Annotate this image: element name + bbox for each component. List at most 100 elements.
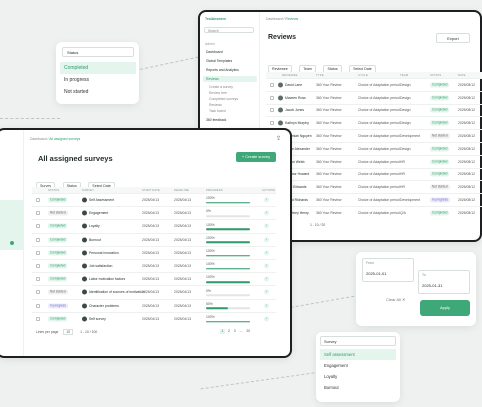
create-survey-button[interactable]: + Create survey — [236, 152, 276, 162]
table-row[interactable]: Maveen Ross 360 Your Review Choice of Adap… — [266, 90, 482, 104]
open-action-icon[interactable]: › — [264, 237, 269, 243]
page-button[interactable]: 20 — [246, 329, 250, 333]
table-row[interactable]: Completed Personal innovation 2025/04/13 20… — [32, 245, 276, 259]
row-checkbox[interactable] — [36, 264, 40, 269]
clear-all-button[interactable]: Clear All ✕ — [386, 297, 405, 302]
survey-name[interactable]: Loyalty — [89, 224, 100, 228]
open-action-icon[interactable]: › — [264, 223, 269, 229]
progress-bar-fill — [206, 307, 228, 310]
row-checkbox[interactable] — [270, 82, 274, 87]
sidebar-subitem[interactable]: Task board — [209, 109, 226, 113]
per-page-select[interactable]: 10 — [63, 329, 74, 335]
sidebar-item-360-feedback[interactable]: 360 feedback — [206, 118, 226, 122]
column-header: PROGRESS — [206, 188, 223, 192]
table-row[interactable]: Completed Labor motivation factors 2025/04… — [32, 272, 276, 285]
sidebar-subitem[interactable]: Completed surveys — [209, 97, 238, 101]
table-row[interactable]: Devon Webb 360 Your Review Choice of Adapt… — [266, 154, 482, 168]
row-checkbox[interactable] — [270, 108, 274, 113]
progress-value: 100% — [206, 315, 215, 320]
from-date-field[interactable]: From 2025-01-01 — [362, 258, 414, 282]
apply-button[interactable]: Apply — [420, 300, 470, 316]
status-select[interactable]: Status — [62, 47, 134, 57]
review-date: 2025/08/12 — [458, 198, 475, 203]
survey-name[interactable]: Character problems — [89, 304, 119, 308]
breadcrumb-item[interactable]: Dashboard — [266, 17, 283, 21]
sidebar-item-dashboard[interactable]: Dashboard — [206, 50, 223, 54]
decorative-dashed-line — [134, 55, 204, 71]
sidebar-item-reviews[interactable]: Reviews — [203, 76, 257, 82]
row-checkbox[interactable] — [36, 277, 40, 282]
row-checkbox[interactable] — [36, 237, 40, 242]
survey-option[interactable]: Loyalty — [320, 371, 396, 382]
table-row[interactable]: Completed Loyalty 2025/04/13 2025/04/13 100%… — [32, 219, 276, 232]
open-action-icon[interactable]: › — [264, 316, 269, 322]
survey-name[interactable]: Self Assessment — [89, 198, 114, 202]
survey-name[interactable]: Burnout — [89, 238, 101, 242]
page-button[interactable]: 2 — [228, 329, 230, 333]
row-checkbox[interactable] — [36, 316, 40, 321]
breadcrumb-item[interactable]: Dashboard — [30, 137, 47, 141]
table-row[interactable]: David Lane 360 Your Review Choice of Adapt… — [266, 78, 482, 91]
status-option[interactable]: Completed — [60, 62, 136, 74]
to-date-field[interactable]: To 2025-01-31 — [418, 270, 470, 294]
survey-name[interactable]: Personal innovation — [89, 251, 119, 255]
table-row[interactable]: Not started Identification of sources of … — [32, 285, 276, 298]
survey-option[interactable]: Self assessment — [320, 349, 396, 360]
row-checkbox[interactable] — [36, 224, 40, 229]
row-checkbox[interactable] — [270, 95, 274, 100]
survey-name[interactable]: Engagement — [89, 211, 108, 215]
survey-name[interactable]: Identification of sources of motivation — [89, 290, 145, 294]
row-checkbox[interactable] — [36, 250, 40, 255]
export-button[interactable]: Export — [436, 33, 470, 43]
open-action-icon[interactable]: › — [264, 263, 269, 269]
survey-name[interactable]: Job satisfaction — [89, 264, 112, 268]
start-date: 2025/04/13 — [142, 198, 159, 203]
row-checkbox[interactable] — [36, 198, 40, 203]
table-row[interactable]: Jane Edwards 360 Your Review Choice of Ada… — [266, 180, 482, 193]
open-action-icon[interactable]: › — [264, 250, 269, 256]
table-row[interactable]: Courtney Henry 360 Your Review Choice of A… — [266, 206, 482, 219]
table-row[interactable]: In progress Character problems 2025/04/13 2… — [32, 298, 276, 312]
table-row[interactable]: Jacob Jones 360 Your Review Choice of Adap… — [266, 103, 482, 117]
survey-name[interactable]: Self survey — [89, 317, 106, 321]
table-row[interactable]: Jeremiah Nguyen 360 Your Review Choice of … — [266, 129, 482, 142]
sidebar-search-input[interactable]: Search — [204, 27, 254, 33]
row-checkbox[interactable] — [36, 211, 40, 216]
sidebar-subitem[interactable]: Reviews — [209, 103, 222, 107]
review-type: 360 Your Review — [316, 121, 342, 126]
status-option[interactable]: Not started — [60, 86, 136, 98]
status-option[interactable]: In progress — [60, 74, 136, 86]
sidebar-subitem[interactable]: Review tree — [209, 91, 227, 95]
table-row[interactable]: Kathryn Murphy 360 Your Review Choice of A… — [266, 116, 482, 129]
open-action-icon[interactable]: › — [264, 197, 269, 203]
sidebar-item-global-templates[interactable]: Global Templates — [206, 59, 232, 63]
sidebar-item-reports[interactable]: Reports and Analytics — [206, 68, 239, 72]
table-row[interactable]: Completed Burnout 2025/04/13 2025/04/13 100%… — [32, 232, 276, 246]
page-button[interactable]: 1 — [220, 329, 225, 334]
open-action-icon[interactable]: › — [264, 276, 269, 282]
table-row[interactable]: Completed Job satisfaction 2025/04/13 2025/… — [32, 259, 276, 272]
open-action-icon[interactable]: › — [264, 210, 269, 216]
survey-option[interactable]: Burnout — [320, 382, 396, 393]
row-checkbox[interactable] — [36, 303, 40, 308]
page-button[interactable]: 3 — [234, 329, 236, 333]
survey-option[interactable]: Engagement — [320, 360, 396, 371]
table-row[interactable]: Eleanor Howard 360 Your Review Choice of A… — [266, 167, 482, 181]
row-checkbox[interactable] — [270, 121, 274, 126]
review-team: Design — [400, 82, 411, 87]
column-header: DEADLINE — [174, 188, 189, 192]
survey-name[interactable]: Labor motivation factors — [89, 277, 125, 281]
sidebar-item-reviews-label: Reviews — [206, 77, 219, 81]
open-action-icon[interactable]: › — [264, 303, 269, 309]
status-badge: Completed — [48, 316, 68, 322]
open-action-icon[interactable]: › — [264, 289, 269, 295]
table-row[interactable]: David Richards 360 Your Review Choice of A… — [266, 193, 482, 206]
table-row[interactable]: Not started Engagement 2025/04/13 2025/04/1… — [32, 206, 276, 219]
sidebar-subitem[interactable]: Create a survey — [209, 85, 233, 89]
survey-select[interactable]: Survey — [320, 336, 396, 346]
table-row[interactable]: Completed Self Assessment 2025/04/13 2025/0… — [32, 193, 276, 206]
table-row[interactable]: Leslie Alexander 360 Your Review Choice of… — [266, 142, 482, 155]
share-icon[interactable]: ⇪ — [276, 135, 281, 142]
table-row[interactable]: Completed Self survey 2025/04/13 2025/04/13… — [32, 311, 276, 325]
row-checkbox[interactable] — [36, 290, 40, 295]
